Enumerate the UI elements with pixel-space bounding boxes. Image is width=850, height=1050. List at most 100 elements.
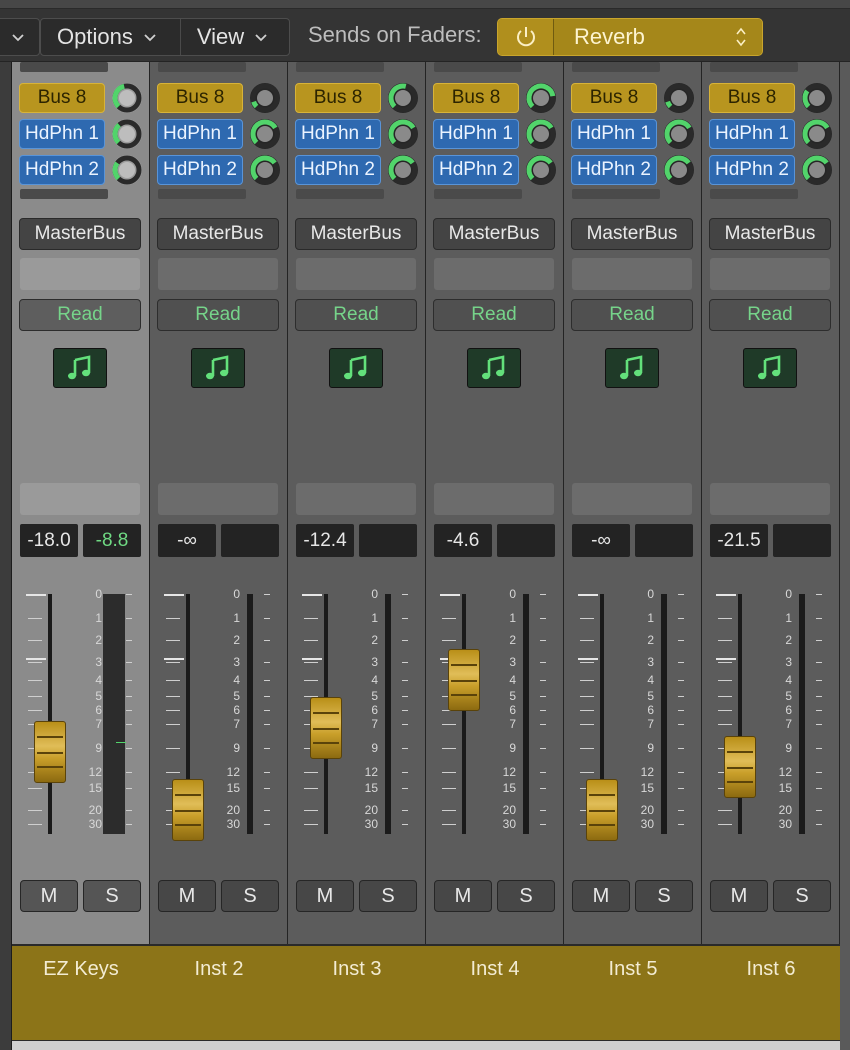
send-slot-empty[interactable] xyxy=(158,62,246,72)
solo-button[interactable]: S xyxy=(359,880,417,912)
send-button-hdphn-1[interactable]: HdPhn 1 xyxy=(157,119,243,149)
output-button[interactable]: MasterBus xyxy=(433,218,555,250)
mute-button[interactable]: M xyxy=(158,880,216,912)
fader-track[interactable] xyxy=(738,594,742,834)
pan-slot[interactable] xyxy=(296,483,416,515)
pan-slot[interactable] xyxy=(710,483,830,515)
send-level-knob[interactable] xyxy=(800,81,834,115)
send-level-knob[interactable] xyxy=(524,153,558,187)
send-level-knob[interactable] xyxy=(110,153,144,187)
automation-mode-button[interactable]: Read xyxy=(157,299,279,331)
send-level-knob[interactable] xyxy=(248,153,282,187)
solo-button[interactable]: S xyxy=(221,880,279,912)
send-slot-empty[interactable] xyxy=(710,62,798,72)
send-button-hdphn-2[interactable]: HdPhn 2 xyxy=(157,155,243,185)
solo-button[interactable]: S xyxy=(773,880,831,912)
edit-menu[interactable] xyxy=(0,19,35,55)
volume-readout[interactable]: -∞ xyxy=(572,524,630,557)
channel-name[interactable]: Inst 5 xyxy=(564,944,702,1040)
automation-mode-button[interactable]: Read xyxy=(709,299,831,331)
solo-button[interactable]: S xyxy=(497,880,555,912)
channel-name[interactable]: Inst 4 xyxy=(426,944,564,1040)
volume-readout[interactable]: -21.5 xyxy=(710,524,768,557)
pan-slot[interactable] xyxy=(572,483,692,515)
send-slot-empty[interactable] xyxy=(572,62,660,72)
output-button[interactable]: MasterBus xyxy=(571,218,693,250)
volume-fader-handle[interactable] xyxy=(448,649,480,712)
send-button-bus-8[interactable]: Bus 8 xyxy=(19,83,105,113)
channel-name[interactable]: EZ Keys xyxy=(12,944,150,1040)
channel-name[interactable]: Inst 6 xyxy=(702,944,840,1040)
send-slot-empty[interactable] xyxy=(158,189,246,199)
sends-target-select[interactable]: Reverb xyxy=(554,19,762,55)
group-slot[interactable] xyxy=(20,258,140,290)
send-button-bus-8[interactable]: Bus 8 xyxy=(571,83,657,113)
send-button-hdphn-1[interactable]: HdPhn 1 xyxy=(295,119,381,149)
mute-button[interactable]: M xyxy=(20,880,78,912)
fader-track[interactable] xyxy=(48,594,52,834)
send-level-knob[interactable] xyxy=(524,117,558,151)
track-icon[interactable] xyxy=(329,348,383,388)
volume-readout[interactable]: -12.4 xyxy=(296,524,354,557)
volume-readout[interactable]: -∞ xyxy=(158,524,216,557)
channel-name[interactable]: Inst 3 xyxy=(288,944,426,1040)
volume-fader-handle[interactable] xyxy=(34,721,66,784)
track-icon[interactable] xyxy=(605,348,659,388)
send-button-hdphn-2[interactable]: HdPhn 2 xyxy=(433,155,519,185)
send-slot-empty[interactable] xyxy=(296,189,384,199)
send-level-knob[interactable] xyxy=(662,81,696,115)
send-level-knob[interactable] xyxy=(662,153,696,187)
volume-fader-handle[interactable] xyxy=(310,697,342,760)
group-slot[interactable] xyxy=(710,258,830,290)
send-level-knob[interactable] xyxy=(110,81,144,115)
group-slot[interactable] xyxy=(158,258,278,290)
send-slot-empty[interactable] xyxy=(20,62,108,72)
peak-readout[interactable] xyxy=(773,524,831,557)
group-slot[interactable] xyxy=(296,258,416,290)
peak-readout[interactable]: -8.8 xyxy=(83,524,141,557)
automation-mode-button[interactable]: Read xyxy=(295,299,417,331)
output-button[interactable]: MasterBus xyxy=(295,218,417,250)
track-icon[interactable] xyxy=(191,348,245,388)
send-button-hdphn-2[interactable]: HdPhn 2 xyxy=(571,155,657,185)
peak-readout[interactable] xyxy=(497,524,555,557)
peak-readout[interactable] xyxy=(635,524,693,557)
send-button-bus-8[interactable]: Bus 8 xyxy=(709,83,795,113)
send-slot-empty[interactable] xyxy=(434,62,522,72)
send-button-bus-8[interactable]: Bus 8 xyxy=(295,83,381,113)
send-button-hdphn-1[interactable]: HdPhn 1 xyxy=(571,119,657,149)
automation-mode-button[interactable]: Read xyxy=(19,299,141,331)
send-button-hdphn-2[interactable]: HdPhn 2 xyxy=(19,155,105,185)
track-icon[interactable] xyxy=(467,348,521,388)
track-icon[interactable] xyxy=(743,348,797,388)
fader-track[interactable] xyxy=(462,594,466,834)
pan-slot[interactable] xyxy=(158,483,278,515)
send-button-bus-8[interactable]: Bus 8 xyxy=(433,83,519,113)
mute-button[interactable]: M xyxy=(434,880,492,912)
send-button-hdphn-1[interactable]: HdPhn 1 xyxy=(19,119,105,149)
volume-fader-handle[interactable] xyxy=(724,735,756,798)
send-slot-empty[interactable] xyxy=(572,189,660,199)
volume-fader-handle[interactable] xyxy=(172,779,204,841)
volume-readout[interactable]: -18.0 xyxy=(20,524,78,557)
track-icon[interactable] xyxy=(53,348,107,388)
send-slot-empty[interactable] xyxy=(710,189,798,199)
solo-button[interactable]: S xyxy=(635,880,693,912)
send-button-hdphn-2[interactable]: HdPhn 2 xyxy=(709,155,795,185)
volume-fader-handle[interactable] xyxy=(586,779,618,841)
send-slot-empty[interactable] xyxy=(296,62,384,72)
send-level-knob[interactable] xyxy=(662,117,696,151)
send-level-knob[interactable] xyxy=(800,117,834,151)
send-level-knob[interactable] xyxy=(386,153,420,187)
output-button[interactable]: MasterBus xyxy=(709,218,831,250)
send-level-knob[interactable] xyxy=(248,81,282,115)
send-level-knob[interactable] xyxy=(110,117,144,151)
peak-readout[interactable] xyxy=(221,524,279,557)
send-level-knob[interactable] xyxy=(386,117,420,151)
options-menu[interactable]: Options xyxy=(41,19,180,55)
output-button[interactable]: MasterBus xyxy=(19,218,141,250)
automation-mode-button[interactable]: Read xyxy=(571,299,693,331)
volume-readout[interactable]: -4.6 xyxy=(434,524,492,557)
send-level-knob[interactable] xyxy=(386,81,420,115)
automation-mode-button[interactable]: Read xyxy=(433,299,555,331)
